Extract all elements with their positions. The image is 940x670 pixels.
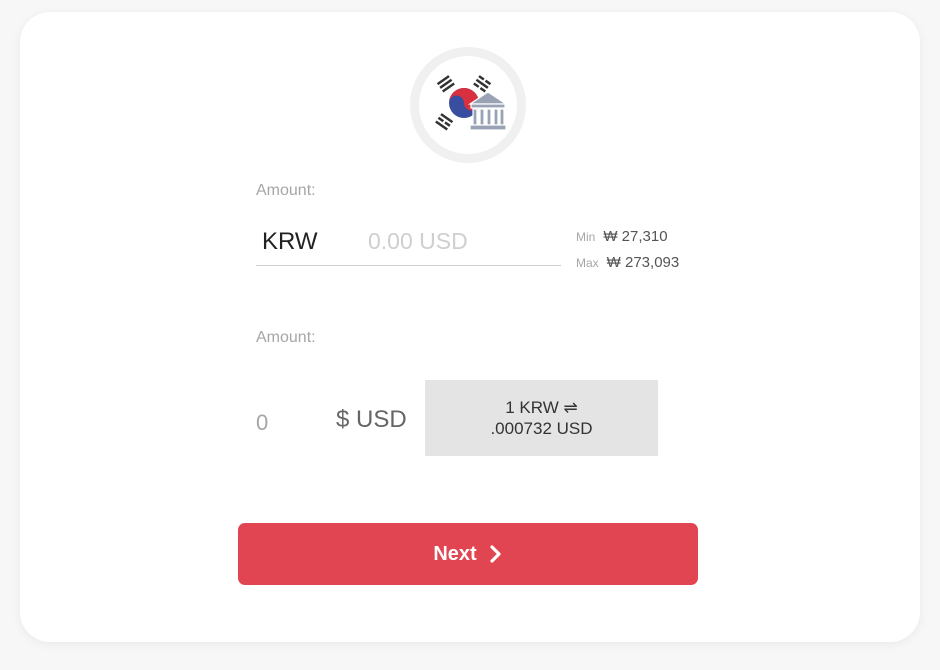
min-limit-label: Min — [576, 230, 596, 244]
from-amount-input[interactable] — [368, 224, 548, 258]
korea-flag-bank-icon — [419, 56, 517, 154]
next-button[interactable]: Next — [238, 523, 698, 585]
from-amount-label: Amount: — [256, 182, 316, 199]
to-currency-code: $ USD — [336, 406, 407, 433]
max-limit: Max ₩ 273,093 — [576, 250, 679, 276]
exchange-rate-line2: .000732 USD — [490, 419, 593, 438]
to-amount-value: 0 — [256, 410, 269, 435]
logo-badge — [410, 47, 526, 163]
exchange-rate-line1: 1 KRW ⇌ — [505, 398, 578, 417]
max-limit-label: Max — [576, 256, 599, 270]
min-limit: Min ₩ 27,310 — [576, 224, 679, 250]
min-limit-value: ₩ 27,310 — [603, 228, 668, 245]
chevron-right-icon — [490, 545, 501, 563]
exchange-rate-box: 1 KRW ⇌ .000732 USD — [425, 380, 658, 456]
from-currency-code[interactable]: KRW — [262, 228, 318, 256]
transfer-card: Amount: KRW Min ₩ 27,310 Max ₩ 273,093 Amo… — [20, 12, 920, 642]
next-button-label: Next — [433, 542, 477, 565]
input-underline — [256, 265, 561, 266]
max-limit-value: ₩ 273,093 — [606, 254, 680, 271]
amount-limits: Min ₩ 27,310 Max ₩ 273,093 — [576, 224, 679, 276]
to-amount-label: Amount: — [256, 329, 316, 346]
